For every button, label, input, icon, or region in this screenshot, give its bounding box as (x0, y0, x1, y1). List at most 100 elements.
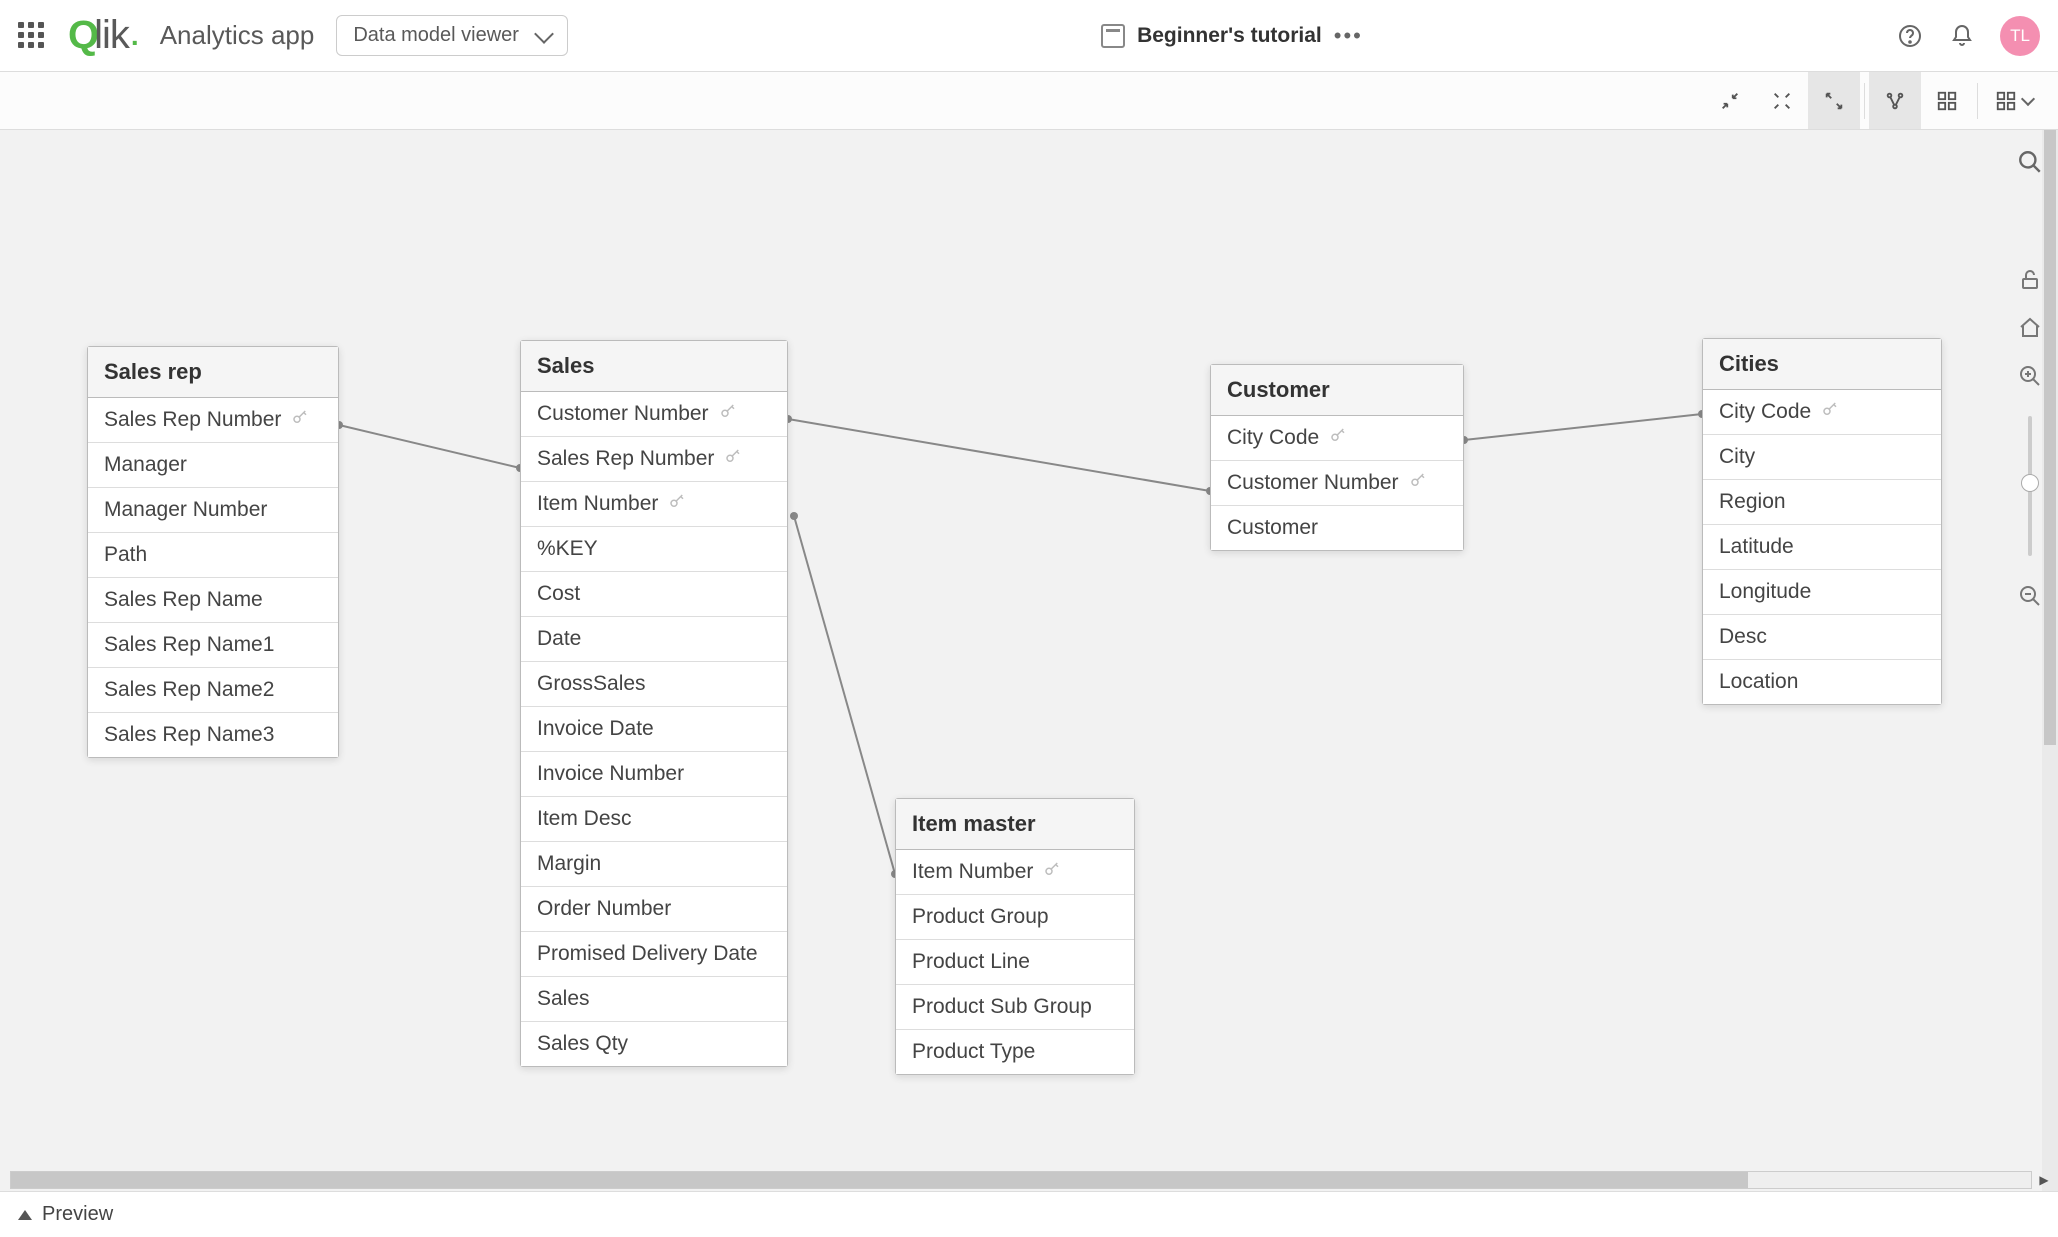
table-header[interactable]: Item master (896, 799, 1134, 850)
table-field[interactable]: %KEY (521, 527, 787, 572)
table-field[interactable]: Product Line (896, 940, 1134, 985)
source-table-view-button[interactable] (1921, 72, 1973, 129)
table-field[interactable]: Product Sub Group (896, 985, 1134, 1030)
table-field[interactable]: Invoice Number (521, 752, 787, 797)
internal-table-view-button[interactable] (1869, 72, 1921, 129)
table-cities[interactable]: CitiesCity CodeCity Region Latitude Longitu… (1702, 338, 1942, 705)
scroll-right-arrow[interactable]: ▶ (2035, 1172, 2053, 1188)
table-field[interactable]: Sales Rep Number (88, 398, 338, 443)
key-icon (724, 447, 742, 471)
table-field[interactable]: Sales Qty (521, 1022, 787, 1066)
field-name: Product Sub Group (912, 995, 1092, 1019)
user-avatar[interactable]: TL (2000, 16, 2040, 56)
field-name: Sales Rep Name1 (104, 633, 274, 657)
zoom-slider-thumb[interactable] (2021, 474, 2039, 492)
qlik-logo[interactable]: Qlik. (68, 13, 138, 58)
table-field[interactable]: City Code (1211, 416, 1463, 461)
field-name: Item Number (912, 860, 1033, 884)
sheet-name: Beginner's tutorial (1137, 24, 1322, 48)
search-button[interactable] (2016, 148, 2044, 176)
table-field[interactable]: Invoice Date (521, 707, 787, 752)
table-sales[interactable]: SalesCustomer NumberSales Rep NumberItem… (520, 340, 788, 1067)
field-name: Longitude (1719, 580, 1811, 604)
canvas-side-tools (2016, 148, 2044, 610)
table-field[interactable]: Item Number (896, 850, 1134, 895)
view-selector-dropdown[interactable]: Data model viewer (336, 15, 568, 56)
table-field[interactable]: Sales Rep Name2 (88, 668, 338, 713)
table-field[interactable]: Product Type (896, 1030, 1134, 1074)
horizontal-scrollbar[interactable]: ◀ ▶ (10, 1171, 2032, 1189)
data-model-canvas[interactable]: Sales repSales Rep NumberManagerManager … (0, 130, 2058, 1191)
field-name: Desc (1719, 625, 1767, 649)
field-name: Region (1719, 490, 1786, 514)
preview-panel-toggle[interactable]: Preview (0, 1191, 2058, 1237)
collapse-all-button[interactable] (1704, 72, 1756, 129)
show-linked-button[interactable] (1756, 72, 1808, 129)
table-customer[interactable]: CustomerCity CodeCustomer NumberCustomer (1210, 364, 1464, 551)
table-field[interactable]: Item Number (521, 482, 787, 527)
table-field[interactable]: Sales Rep Name (88, 578, 338, 623)
table-field[interactable]: Margin (521, 842, 787, 887)
table-field[interactable]: GrossSales (521, 662, 787, 707)
key-icon (1329, 426, 1347, 450)
key-icon (291, 408, 309, 432)
sheet-icon (1101, 24, 1125, 48)
help-icon[interactable] (1896, 22, 1924, 50)
table-header[interactable]: Sales rep (88, 347, 338, 398)
vertical-scrollbar[interactable] (2042, 130, 2058, 1191)
expand-all-button[interactable] (1808, 72, 1860, 129)
table-field[interactable]: Product Group (896, 895, 1134, 940)
table-header[interactable]: Sales (521, 341, 787, 392)
table-field[interactable]: Latitude (1703, 525, 1941, 570)
table-field[interactable]: Sales Rep Name3 (88, 713, 338, 757)
table-field[interactable]: Longitude (1703, 570, 1941, 615)
table-field[interactable]: Path (88, 533, 338, 578)
field-name: Location (1719, 670, 1798, 694)
table-field[interactable]: Desc (1703, 615, 1941, 660)
table-field[interactable]: Customer Number (1211, 461, 1463, 506)
zoom-in-button[interactable] (2016, 362, 2044, 390)
table-field[interactable]: Customer (1211, 506, 1463, 550)
field-name: Invoice Number (537, 762, 684, 786)
table-field[interactable]: Sales Rep Number (521, 437, 787, 482)
field-name: Date (537, 627, 581, 651)
table-field[interactable]: Sales (521, 977, 787, 1022)
zoom-out-button[interactable] (2016, 582, 2044, 610)
chevron-down-icon (2021, 91, 2035, 105)
field-name: Sales Rep Number (537, 447, 714, 471)
table-header[interactable]: Cities (1703, 339, 1941, 390)
table-field[interactable]: Promised Delivery Date (521, 932, 787, 977)
field-name: Order Number (537, 897, 671, 921)
table-field[interactable]: Date (521, 617, 787, 662)
field-name: Customer Number (1227, 471, 1399, 495)
table-field[interactable]: Manager Number (88, 488, 338, 533)
table-field[interactable]: Manager (88, 443, 338, 488)
top-bar: Qlik. Analytics app Data model viewer Be… (0, 0, 2058, 72)
field-name: Product Group (912, 905, 1049, 929)
table-field[interactable]: Order Number (521, 887, 787, 932)
more-actions-button[interactable]: ••• (1334, 23, 1363, 49)
app-launcher-icon[interactable] (18, 22, 46, 50)
field-name: Sales (537, 987, 590, 1011)
reset-zoom-button[interactable] (2016, 314, 2044, 342)
table-field[interactable]: Customer Number (521, 392, 787, 437)
notifications-icon[interactable] (1948, 22, 1976, 50)
layout-menu-button[interactable] (1982, 72, 2046, 129)
table-field[interactable]: City (1703, 435, 1941, 480)
table-field[interactable]: Sales Rep Name1 (88, 623, 338, 668)
table-field[interactable]: Cost (521, 572, 787, 617)
table-field[interactable]: City Code (1703, 390, 1941, 435)
chevron-down-icon (534, 24, 554, 44)
table-header[interactable]: Customer (1211, 365, 1463, 416)
field-name: Promised Delivery Date (537, 942, 758, 966)
zoom-slider[interactable] (2028, 416, 2032, 556)
field-name: Invoice Date (537, 717, 654, 741)
lock-layout-button[interactable] (2016, 266, 2044, 294)
table-field[interactable]: Item Desc (521, 797, 787, 842)
table-field[interactable]: Region (1703, 480, 1941, 525)
table-sales_rep[interactable]: Sales repSales Rep NumberManagerManager … (87, 346, 339, 758)
table-item_master[interactable]: Item master Item Number Product Group Produ… (895, 798, 1135, 1075)
table-field[interactable]: Location (1703, 660, 1941, 704)
field-name: Sales Rep Name2 (104, 678, 274, 702)
view-toolbar (0, 72, 2058, 130)
